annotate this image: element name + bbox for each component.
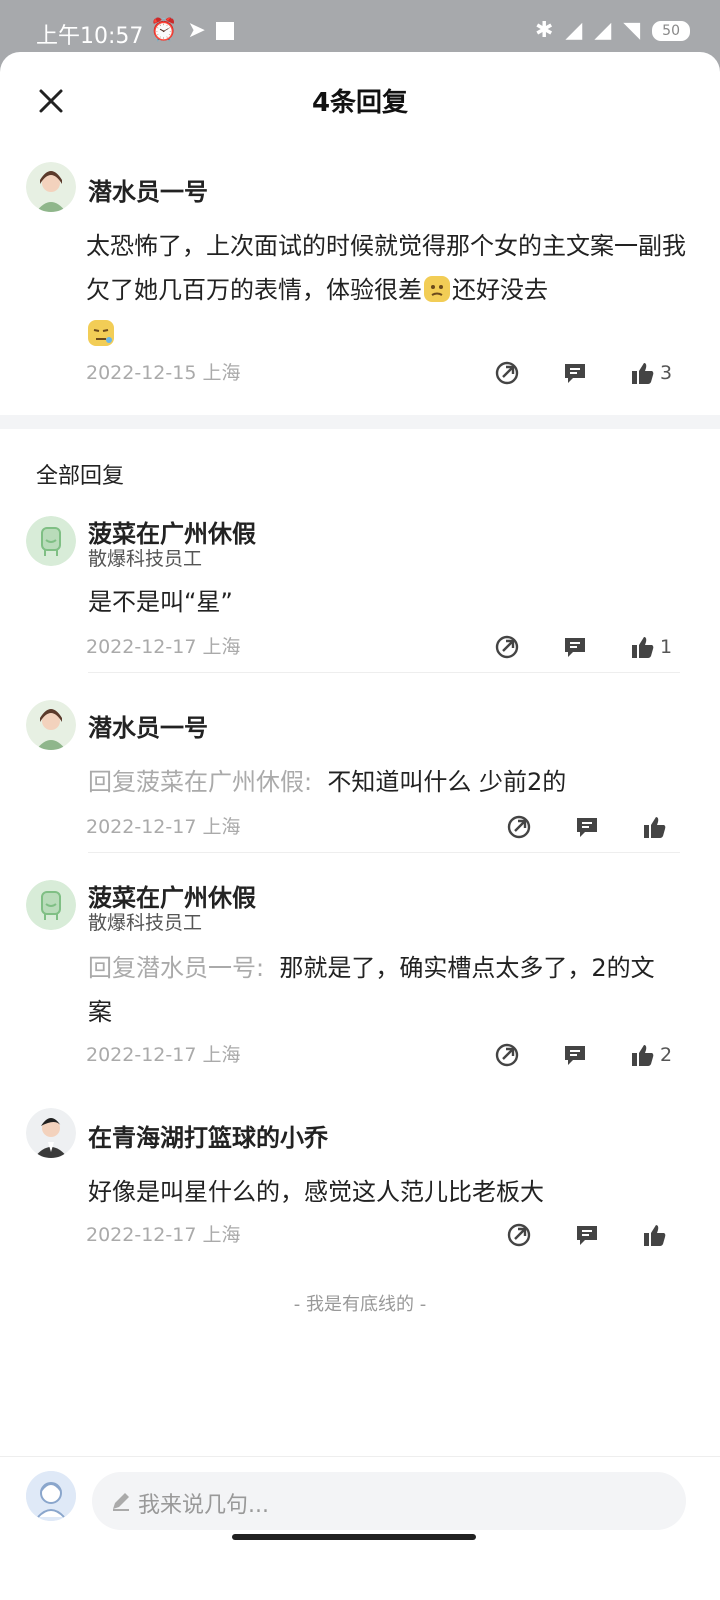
comment-text-part1: 太恐怖了，上次面试的时候就觉得那个女的主文案一副我欠了她几百万的表情，体验很差 (86, 232, 686, 304)
comment-meta: 2022-12-15 上海 (86, 362, 241, 384)
like-count: 3 (660, 362, 673, 384)
bluetooth-icon: ✱ (534, 18, 554, 43)
reply-text-content: 不知道叫什么 少前2的 (327, 768, 567, 796)
reply-to-label[interactable]: 回复潜水员一号: (88, 954, 264, 982)
comment-input[interactable]: 我来说几句... (92, 1472, 686, 1530)
replies-sheet: 4条回复 潜水员一号 太恐怖了，上次面试的时候就觉得那个女的主文案一副我欠了她几… (0, 52, 720, 1600)
divider (88, 852, 680, 853)
pencil-icon (113, 1493, 129, 1511)
reply-meta: 2022-12-17 上海 (86, 1224, 241, 1246)
share-icon[interactable] (494, 634, 520, 660)
reply-meta: 2022-12-17 上海 (86, 1044, 241, 1066)
avatar[interactable] (26, 700, 76, 750)
avatar[interactable] (26, 516, 76, 566)
reply-meta: 2022-12-17 上海 (86, 816, 241, 838)
square-icon (215, 21, 234, 40)
comment-input-bar: 我来说几句... (0, 1456, 720, 1600)
thumbs-up-icon[interactable] (642, 1222, 668, 1248)
status-right-icons: ✱ ◢ ◢ ◥ 50 (535, 18, 690, 43)
emoji-icon (422, 274, 452, 304)
comment-icon[interactable] (574, 814, 600, 840)
reply-subtitle: 散爆科技员工 (88, 912, 203, 934)
alarm-icon: ⏰ (150, 18, 178, 43)
emoji-icon (86, 318, 116, 348)
reply-text: 回复菠菜在广州休假: 不知道叫什么 少前2的 (88, 760, 566, 804)
share-icon[interactable] (506, 1222, 532, 1248)
wifi-icon: ◥ (623, 18, 641, 43)
thumbs-up-icon[interactable] (630, 1042, 656, 1068)
divider (88, 672, 680, 673)
comment-icon[interactable] (574, 1222, 600, 1248)
comment-icon[interactable] (562, 1042, 588, 1068)
page-title: 4条回复 (311, 88, 409, 118)
like-count: 1 (660, 636, 673, 658)
comment-input-placeholder: 我来说几句... (138, 1493, 269, 1518)
comment-icon[interactable] (562, 360, 588, 386)
section-title: 全部回复 (36, 464, 125, 489)
comment-icon[interactable] (562, 634, 588, 660)
share-icon[interactable] (506, 814, 532, 840)
sheet-header: 4条回复 (0, 52, 720, 148)
reply-text: 回复潜水员一号: 那就是了，确实槽点太多了，2的文案 (88, 946, 668, 1034)
signal-icon: ◢ (565, 18, 583, 43)
reply-text: 好像是叫星什么的，感觉这人范儿比老板大 (88, 1178, 544, 1206)
share-icon[interactable] (494, 1042, 520, 1068)
like-count: 2 (660, 1044, 673, 1066)
avatar[interactable] (26, 1108, 76, 1158)
comment-text-part2: 还好没去 (452, 276, 548, 304)
reply-subtitle: 散爆科技员工 (88, 548, 203, 570)
status-time: 上午10:57 (36, 24, 144, 49)
thumbs-up-icon[interactable] (642, 814, 668, 840)
thumbs-up-icon[interactable] (630, 634, 656, 660)
comment-text: 太恐怖了，上次面试的时候就觉得那个女的主文案一副我欠了她几百万的表情，体验很差还… (86, 224, 686, 356)
signal-icon-2: ◢ (594, 18, 612, 43)
avatar[interactable] (26, 162, 76, 212)
share-icon[interactable] (494, 360, 520, 386)
comment-author[interactable]: 潜水员一号 (88, 172, 208, 207)
thumbs-up-icon[interactable] (630, 360, 656, 386)
reply-meta: 2022-12-17 上海 (86, 636, 241, 658)
reply-author[interactable]: 潜水员一号 (88, 708, 208, 743)
battery-icon: 50 (652, 20, 690, 41)
avatar[interactable] (26, 880, 76, 930)
reply-to-label[interactable]: 回复菠菜在广州休假: (88, 768, 312, 796)
reply-author[interactable]: 在青海湖打篮球的小乔 (88, 1118, 328, 1153)
status-bar: 上午10:57 ⏰ ➤ ✱ ◢ ◢ ◥ 50 (0, 0, 720, 60)
end-of-list-text: - 我是有底线的 - (293, 1294, 427, 1315)
home-indicator[interactable] (232, 1534, 476, 1540)
status-left-icons: ⏰ ➤ (150, 18, 234, 43)
reply-text: 是不是叫“星” (88, 588, 233, 616)
my-avatar[interactable] (26, 1471, 76, 1521)
section-gap (0, 415, 720, 429)
send-icon: ➤ (187, 18, 206, 43)
